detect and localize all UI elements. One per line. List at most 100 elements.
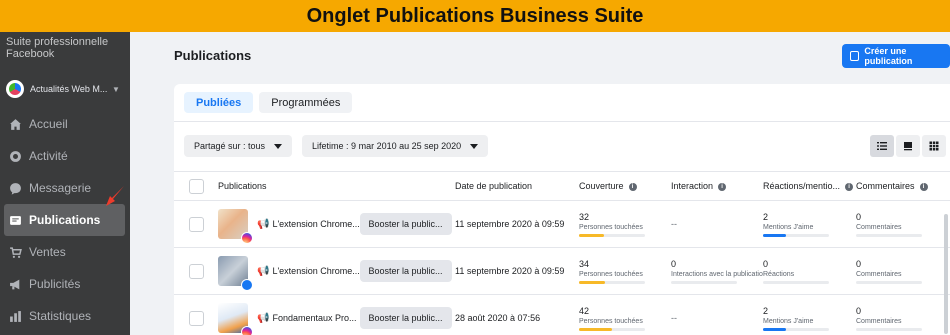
- sidebar-brand: Suite professionnelle Facebook: [6, 36, 109, 60]
- sidebar-item-label: Publications: [29, 213, 101, 227]
- sidebar-item-label: Ventes: [29, 245, 66, 259]
- home-icon: [8, 117, 22, 131]
- red-arrow-icon: [106, 186, 124, 206]
- coverage-bar: [579, 328, 645, 331]
- sidebar-item-publications[interactable]: Publications: [4, 204, 125, 236]
- create-post-label: Créer une publication: [864, 46, 913, 66]
- instagram-icon: [241, 326, 253, 335]
- reactions-cell: 2 Mentions J'aime: [763, 305, 856, 331]
- caret-down-icon: [470, 143, 479, 149]
- sidebar-item-statistiques[interactable]: Statistiques: [0, 300, 130, 332]
- col-date[interactable]: Date de publication: [455, 181, 579, 191]
- date-range-dropdown[interactable]: Lifetime : 9 mar 2010 au 25 sep 2020: [302, 135, 489, 157]
- reactions-cell: 2 Mentions J'aime: [763, 211, 856, 237]
- table-header: Publications Date de publication Couvert…: [174, 171, 950, 201]
- scrollbar[interactable]: [944, 214, 948, 334]
- sidebar-item-label: Messagerie: [29, 181, 92, 195]
- divider: [174, 121, 950, 122]
- post-title[interactable]: Fondamentaux Pro...: [272, 313, 360, 323]
- grid-view-button[interactable]: [922, 135, 946, 157]
- interaction-bar: [671, 281, 737, 284]
- instagram-icon: [241, 232, 253, 244]
- comments-cell: 0 Commentaires: [856, 211, 950, 237]
- info-icon[interactable]: i: [919, 182, 928, 191]
- table-row[interactable]: 📢 Fondamentaux Pro... Booster la public.…: [174, 295, 950, 335]
- cart-icon: [8, 245, 22, 259]
- table-row[interactable]: 📢 L'extension Chrome... Booster la publi…: [174, 248, 950, 295]
- megaphone-icon: 📢: [257, 218, 270, 230]
- facebook-icon: [241, 279, 253, 291]
- sidebar-item-publicites[interactable]: Publicités: [0, 268, 130, 300]
- posts-table: Publications Date de publication Couvert…: [174, 171, 950, 335]
- comments-cell: 0 Commentaires: [856, 305, 950, 331]
- tab-programmees[interactable]: Programmées: [259, 92, 353, 113]
- post-title[interactable]: L'extension Chrome...: [272, 266, 360, 276]
- post-date: 11 septembre 2020 à 09:59: [455, 266, 565, 276]
- table-row[interactable]: 📢 L'extension Chrome... Booster la publi…: [174, 201, 950, 248]
- col-coverage[interactable]: Couverture i: [579, 181, 671, 191]
- comments-bar: [856, 328, 922, 331]
- reactions-bar: [763, 328, 829, 331]
- reactions-bar: [763, 234, 829, 237]
- account-switcher[interactable]: Actualités Web M... ▼: [6, 79, 126, 99]
- card-view-button[interactable]: [896, 135, 920, 157]
- sidebar-item-activite[interactable]: Activité: [0, 140, 130, 172]
- post-thumbnail[interactable]: [218, 256, 253, 291]
- chat-icon: [8, 181, 22, 195]
- comments-cell: 0 Commentaires: [856, 258, 950, 284]
- info-icon[interactable]: i: [628, 182, 637, 191]
- col-comments[interactable]: Commentaires i: [856, 181, 950, 191]
- coverage-cell: 32 Personnes touchées: [579, 211, 671, 237]
- col-interaction[interactable]: Interaction i: [671, 181, 763, 191]
- create-post-button[interactable]: Créer une publication: [842, 44, 950, 68]
- date-range-label: Lifetime : 9 mar 2010 au 25 sep 2020: [312, 141, 462, 151]
- reactions-cell: 0 Réactions: [763, 258, 856, 284]
- chevron-down-icon: ▼: [112, 84, 120, 94]
- megaphone-icon: 📢: [257, 265, 270, 277]
- title-banner: Onglet Publications Business Suite: [0, 0, 950, 32]
- main-content: Publications Créer une publication Publi…: [130, 32, 950, 335]
- coverage-cell: 34 Personnes touchées: [579, 258, 671, 284]
- megaphone-icon: 📢: [257, 312, 270, 324]
- sidebar-item-label: Statistiques: [29, 309, 92, 323]
- info-icon[interactable]: i: [845, 182, 854, 191]
- col-reactions[interactable]: Réactions/mentio... i: [763, 181, 856, 191]
- list-icon: [877, 142, 887, 150]
- comments-bar: [856, 234, 922, 237]
- chart-icon: [8, 309, 22, 323]
- grid-icon: [929, 141, 939, 151]
- filter-bar: Partagé sur : tous Lifetime : 9 mar 2010…: [184, 135, 489, 157]
- post-thumbnail[interactable]: [218, 209, 253, 244]
- banner-title: Onglet Publications Business Suite: [306, 4, 644, 27]
- select-all-checkbox[interactable]: [188, 178, 204, 194]
- boost-post-button[interactable]: Booster la public...: [360, 307, 453, 329]
- posts-card: Publiées Programmées Partagé sur : tous …: [174, 84, 950, 335]
- sidebar-item-accueil[interactable]: Accueil: [0, 108, 130, 140]
- sidebar-nav: Accueil Activité Messagerie Publications…: [0, 108, 130, 332]
- megaphone-icon: [8, 277, 22, 291]
- interaction-cell: --: [671, 219, 677, 229]
- info-icon[interactable]: i: [718, 182, 727, 191]
- share-filter-dropdown[interactable]: Partagé sur : tous: [184, 135, 293, 157]
- sidebar-item-ventes[interactable]: Ventes: [0, 236, 130, 268]
- reactions-bar: [763, 281, 829, 284]
- row-checkbox[interactable]: [188, 263, 204, 279]
- row-checkbox[interactable]: [188, 216, 204, 232]
- page-title: Publications: [174, 48, 252, 63]
- comments-bar: [856, 281, 922, 284]
- post-thumbnail[interactable]: [218, 303, 253, 335]
- activity-icon: [8, 149, 22, 163]
- boost-post-button[interactable]: Booster la public...: [360, 213, 453, 235]
- col-publications[interactable]: Publications: [218, 181, 455, 191]
- row-checkbox[interactable]: [188, 310, 204, 326]
- view-switcher: [870, 135, 946, 157]
- list-view-button[interactable]: [870, 135, 894, 157]
- boost-post-button[interactable]: Booster la public...: [360, 260, 453, 282]
- sidebar-item-label: Accueil: [29, 117, 68, 131]
- post-date: 28 août 2020 à 07:56: [455, 313, 541, 323]
- posts-icon: [8, 213, 22, 227]
- tab-publiees[interactable]: Publiées: [184, 92, 254, 113]
- share-filter-label: Partagé sur : tous: [194, 141, 266, 151]
- post-title[interactable]: L'extension Chrome...: [272, 219, 360, 229]
- card-icon: [904, 142, 912, 151]
